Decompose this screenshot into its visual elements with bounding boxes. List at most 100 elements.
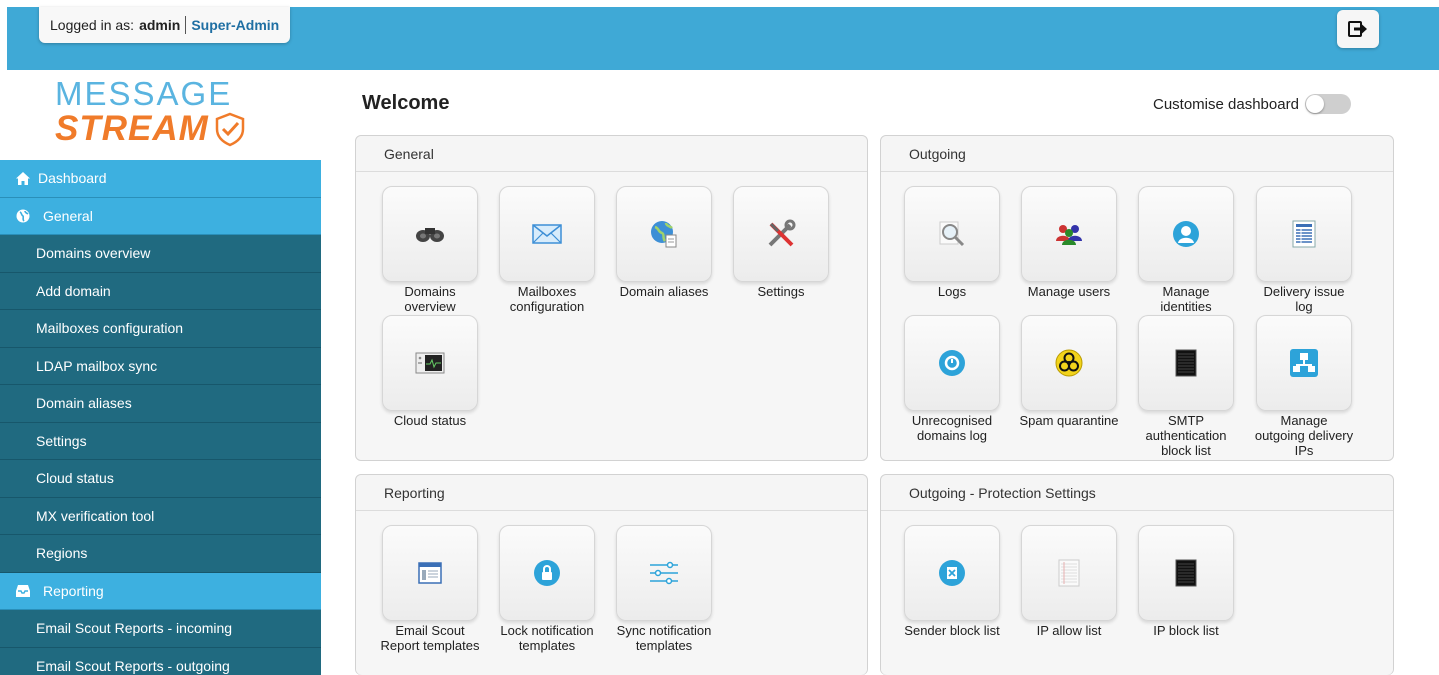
blocklist-icon xyxy=(1175,559,1197,587)
panel-body: Sender block list IP allow list IP block… xyxy=(881,511,1393,675)
clock-icon xyxy=(939,350,965,376)
logo-line-2: STREAM xyxy=(55,110,295,148)
tile-button[interactable] xyxy=(616,186,712,282)
tile-manage-users[interactable]: Manage users xyxy=(1019,186,1119,299)
tile-button[interactable] xyxy=(1138,525,1234,621)
tile-email-scout-report-templates[interactable]: Email Scout Report templates xyxy=(380,525,480,653)
tile-button[interactable] xyxy=(616,525,712,621)
tile-button[interactable] xyxy=(904,186,1000,282)
tile-label: Sync notification templates xyxy=(616,623,712,653)
monitor-icon xyxy=(415,352,445,374)
tile-ip-allow-list[interactable]: IP allow list xyxy=(1019,525,1119,638)
sidebar-item-regions[interactable]: Regions xyxy=(0,535,321,573)
panel-outgoing-protection-settings: Outgoing - Protection Settings Sender bl… xyxy=(880,474,1394,675)
tile-button[interactable] xyxy=(904,525,1000,621)
tile-unrecognised-domains-log[interactable]: Unrecognised domains log xyxy=(902,315,1002,443)
tile-button[interactable] xyxy=(904,315,1000,411)
tile-logs[interactable]: Logs xyxy=(902,186,1002,299)
tile-button[interactable] xyxy=(382,315,478,411)
sidebar-item-email-scout-incoming[interactable]: Email Scout Reports - incoming xyxy=(0,610,321,648)
panel-body: Email Scout Report templates Lock notifi… xyxy=(356,511,867,675)
tile-label: Cloud status xyxy=(393,413,467,428)
sidebar-item-label: General xyxy=(43,207,93,224)
tile-button[interactable] xyxy=(499,186,595,282)
report-icon xyxy=(1292,220,1316,248)
tile-spam-quarantine[interactable]: Spam quarantine xyxy=(1019,315,1119,428)
tile-domain-aliases[interactable]: Domain aliases xyxy=(614,186,714,299)
tile-sync-notification-templates[interactable]: Sync notification templates xyxy=(614,525,714,653)
sidebar-item-settings[interactable]: Settings xyxy=(0,422,321,460)
tile-button[interactable] xyxy=(1256,186,1352,282)
tools-icon xyxy=(768,219,796,247)
tile-label: Sender block list xyxy=(904,623,1000,638)
sidebar-item-reporting[interactable]: Reporting xyxy=(0,572,321,610)
sidebar-item-add-domain[interactable]: Add domain xyxy=(0,272,321,310)
tile-label: Unrecognised domains log xyxy=(911,413,993,443)
panel-title: Outgoing - Protection Settings xyxy=(881,475,1393,511)
panel-body: Domains overview Mailboxes configuration… xyxy=(356,172,867,460)
tile-manage-outgoing-delivery-ips[interactable]: Manage outgoing delivery IPs xyxy=(1254,315,1354,458)
logo-line-2-text: STREAM xyxy=(55,109,209,148)
logout-icon xyxy=(1348,21,1367,37)
sidebar-item-cloud-status[interactable]: Cloud status xyxy=(0,460,321,498)
tile-cloud-status[interactable]: Cloud status xyxy=(380,315,480,428)
tile-button[interactable] xyxy=(382,525,478,621)
tile-button[interactable] xyxy=(733,186,829,282)
globe-icon xyxy=(16,209,30,223)
shield-check-icon xyxy=(215,112,245,147)
panel-title: Outgoing xyxy=(881,136,1393,172)
tile-delivery-issue-log[interactable]: Delivery issue log xyxy=(1254,186,1354,314)
user-role: Super-Admin xyxy=(191,17,280,33)
identity-icon xyxy=(1173,221,1199,247)
panel-general: General Domains overview Mailboxes confi… xyxy=(355,135,868,461)
sidebar-item-mailboxes-configuration[interactable]: Mailboxes configuration xyxy=(0,310,321,348)
tile-button[interactable] xyxy=(1021,525,1117,621)
network-icon xyxy=(1290,349,1318,377)
tile-label: IP allow list xyxy=(1036,623,1102,638)
sender-block-icon xyxy=(939,560,965,586)
tile-settings[interactable]: Settings xyxy=(731,186,831,299)
tile-ip-block-list[interactable]: IP block list xyxy=(1136,525,1236,638)
tile-button[interactable] xyxy=(382,186,478,282)
sidebar-item-email-scout-outgoing[interactable]: Email Scout Reports - outgoing xyxy=(0,647,321,675)
tile-label: SMTP authentication block list xyxy=(1145,413,1227,458)
globe-document-icon xyxy=(651,221,677,248)
lock-icon xyxy=(534,560,560,586)
tile-smtp-authentication-block-list[interactable]: SMTP authentication block list xyxy=(1136,315,1236,458)
customise-toggle[interactable] xyxy=(1304,94,1351,114)
tile-label: Manage identities xyxy=(1160,284,1212,314)
tile-manage-identities[interactable]: Manage identities xyxy=(1136,186,1236,314)
sidebar-item-dashboard[interactable]: Dashboard xyxy=(0,160,321,198)
tile-button[interactable] xyxy=(1256,315,1352,411)
sidebar-item-label: Email Scout Reports - outgoing xyxy=(36,657,230,674)
blocklist-icon xyxy=(1175,349,1197,377)
username: admin xyxy=(139,17,181,33)
sidebar-item-domain-aliases[interactable]: Domain aliases xyxy=(0,385,321,423)
sidebar-item-label: Dashboard xyxy=(38,170,107,187)
users-icon xyxy=(1056,225,1082,245)
sidebar-item-label: Reporting xyxy=(43,582,104,599)
app-logo[interactable]: MESSAGE STREAM xyxy=(55,77,295,152)
sidebar-item-general[interactable]: General xyxy=(0,197,321,235)
sliders-icon xyxy=(650,561,678,585)
sidebar-item-domains-overview[interactable]: Domains overview xyxy=(0,235,321,273)
tile-button[interactable] xyxy=(1021,186,1117,282)
sidebar-item-label: Domains overview xyxy=(36,245,151,262)
panel-title: Reporting xyxy=(356,475,867,511)
tile-button[interactable] xyxy=(1138,315,1234,411)
tile-lock-notification-templates[interactable]: Lock notification templates xyxy=(497,525,597,653)
tile-label: IP block list xyxy=(1153,623,1219,638)
tile-sender-block-list[interactable]: Sender block list xyxy=(902,525,1002,638)
tile-button[interactable] xyxy=(1021,315,1117,411)
logout-button[interactable] xyxy=(1337,10,1379,48)
panel-title: General xyxy=(356,136,867,172)
sidebar-item-mx-verification-tool[interactable]: MX verification tool xyxy=(0,497,321,535)
tile-label: Settings xyxy=(757,284,805,299)
tile-domains-overview[interactable]: Domains overview xyxy=(380,186,480,314)
tile-label: Manage outgoing delivery IPs xyxy=(1254,413,1354,458)
tile-mailboxes-configuration[interactable]: Mailboxes configuration xyxy=(497,186,597,314)
sidebar-item-ldap-mailbox-sync[interactable]: LDAP mailbox sync xyxy=(0,347,321,385)
tile-button[interactable] xyxy=(1138,186,1234,282)
tile-label: Mailboxes configuration xyxy=(509,284,585,314)
tile-button[interactable] xyxy=(499,525,595,621)
